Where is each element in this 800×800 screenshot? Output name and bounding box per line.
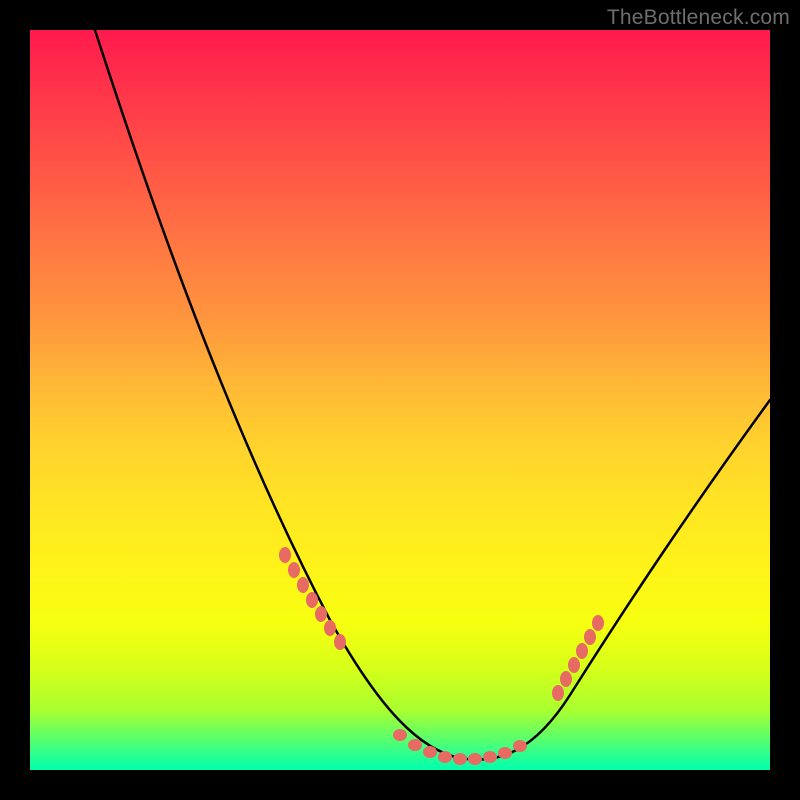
outer-frame: TheBottleneck.com: [0, 0, 800, 800]
chart-background-gradient: [30, 30, 770, 770]
watermark-text: TheBottleneck.com: [607, 6, 790, 30]
